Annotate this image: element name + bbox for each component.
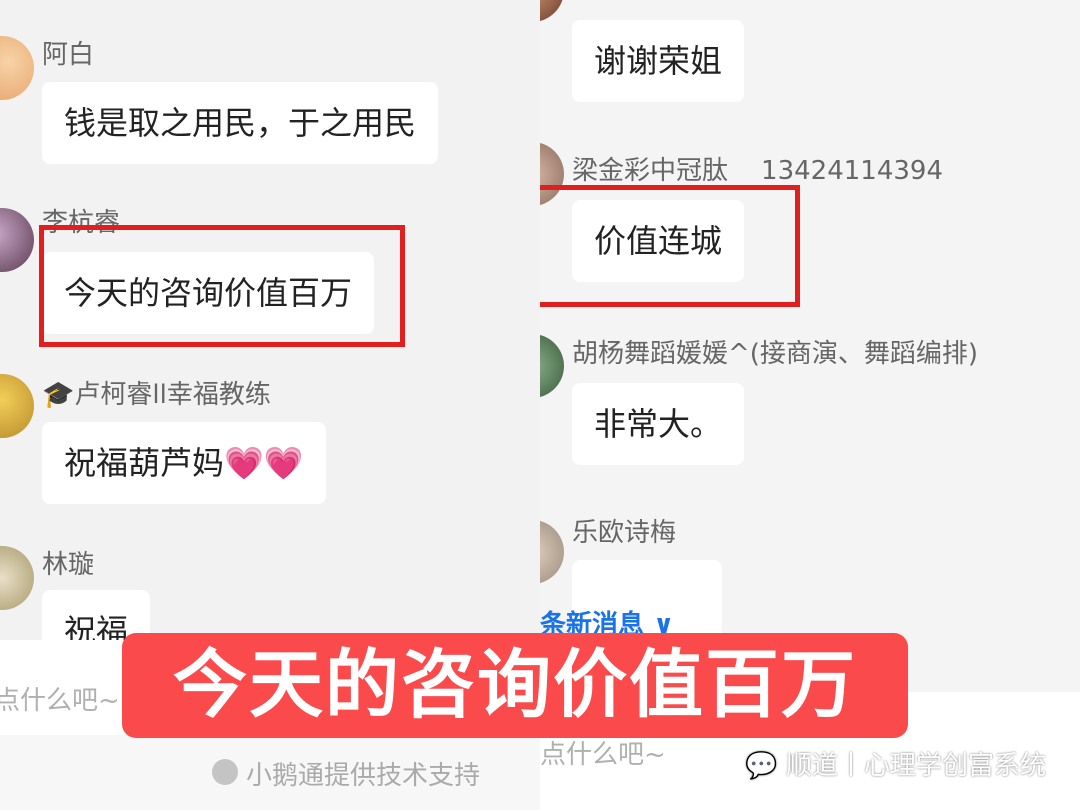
message-sender-name: 🎓卢柯睿ll幸福教练 — [42, 380, 271, 410]
avatar[interactable] — [0, 208, 34, 272]
avatar[interactable] — [540, 520, 564, 584]
chat-input-placeholder: 点什么吧~ — [0, 686, 120, 716]
watermark-text: 顺道丨心理学创富系统 — [785, 751, 1046, 781]
watermark: 💬 顺道丨心理学创富系统 — [745, 745, 1046, 782]
message-bubble[interactable]: 谢谢荣姐 — [572, 20, 745, 102]
avatar[interactable] — [0, 546, 34, 610]
avatar[interactable] — [540, 0, 564, 22]
message-sender-name: 乐欧诗梅 — [572, 518, 677, 548]
highlight-box — [39, 225, 405, 347]
xiaoetong-icon — [212, 759, 238, 785]
wechat-icon: 💬 — [745, 751, 778, 781]
message-sender-name: 林璇 — [42, 550, 95, 580]
avatar[interactable] — [0, 374, 34, 438]
message-bubble[interactable]: 祝福葫芦妈💗💗 — [42, 422, 326, 504]
avatar[interactable] — [0, 36, 34, 100]
powered-by-footer: 小鹅通提供技术支持 — [0, 735, 540, 810]
highlight-box — [540, 185, 800, 307]
avatar[interactable] — [540, 334, 564, 398]
message-bubble[interactable]: 钱是取之用民，于之用民 — [42, 82, 439, 164]
caption-banner: 今天的咨询价值百万 — [122, 633, 908, 738]
chat-input-placeholder: 点什么吧~ — [540, 740, 666, 770]
message-sender-name: 梁金彩中冠肽 13424114394 — [572, 156, 944, 186]
message-sender-name: 阿白 — [42, 40, 95, 70]
message-bubble[interactable]: 非常大。 — [572, 383, 745, 465]
message-sender-name: 胡杨舞蹈媛媛^(接商演、舞蹈编排) — [572, 339, 979, 369]
powered-by-text: 小鹅通提供技术支持 — [246, 761, 481, 791]
